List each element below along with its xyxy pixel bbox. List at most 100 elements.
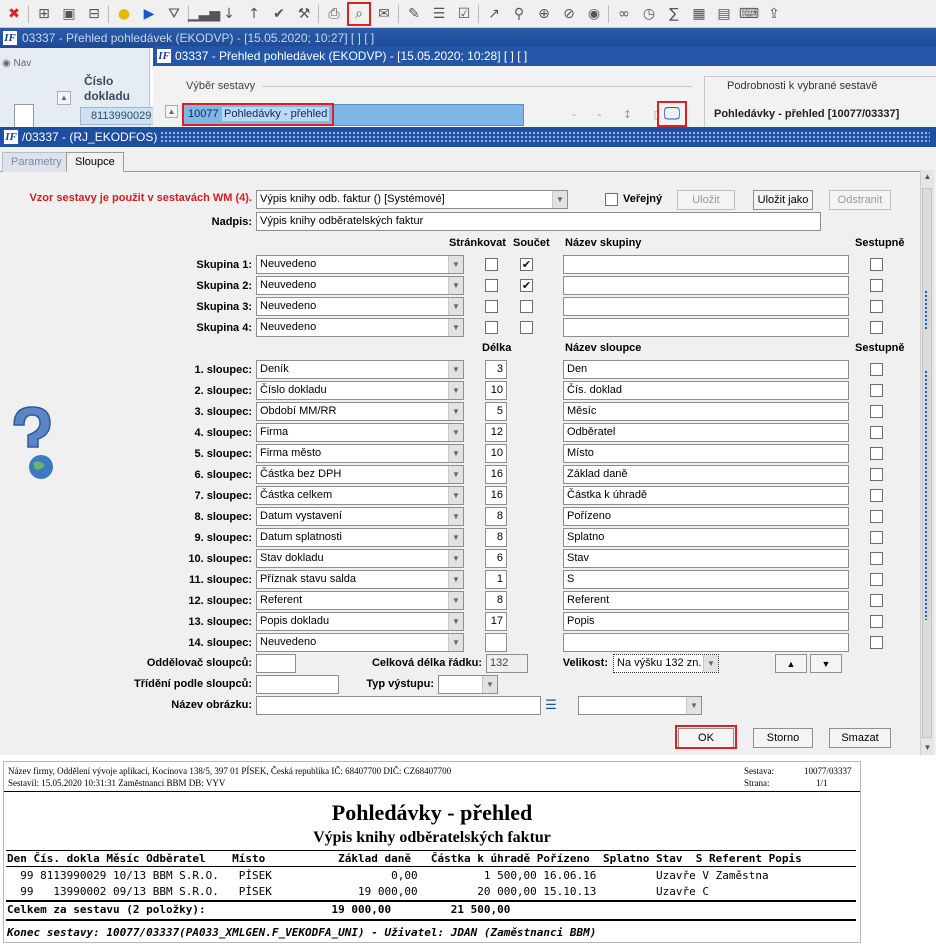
group-paging-checkbox[interactable] [485, 258, 498, 271]
column-name-input[interactable]: Čís. doklad [563, 381, 849, 400]
column-name-input[interactable]: Popis [563, 612, 849, 631]
remove-icon[interactable]: ⊟ [83, 3, 105, 25]
scroll-down-arrow-icon[interactable]: ▼ [921, 741, 934, 755]
move-down-button[interactable]: ▼ [810, 654, 842, 673]
column-descending-checkbox[interactable] [870, 405, 883, 418]
column-descending-checkbox[interactable] [870, 573, 883, 586]
group-descending-checkbox[interactable] [870, 300, 883, 313]
tab-sloupce[interactable]: Sloupce [66, 152, 124, 172]
compass-icon[interactable]: ⊘ [558, 3, 580, 25]
column-name-input[interactable]: Pořízeno [563, 507, 849, 526]
group-descending-checkbox[interactable] [870, 321, 883, 334]
column-select[interactable]: Firma město ▼ [256, 444, 464, 463]
column-name-input[interactable] [563, 633, 849, 652]
group-select[interactable]: Neuvedeno ▼ [256, 276, 464, 295]
cancel-button[interactable]: Storno [753, 728, 813, 748]
column-name-input[interactable]: Odběratel [563, 423, 849, 442]
print-preview-icon[interactable]: ⌕ [347, 1, 371, 26]
column-descending-checkbox[interactable] [870, 384, 883, 397]
image-browse-icon[interactable]: ☰ [544, 697, 558, 714]
separator-input[interactable] [256, 654, 296, 673]
column-descending-checkbox[interactable] [870, 636, 883, 649]
column-length-input[interactable]: 8 [485, 591, 507, 610]
scroll-up-button[interactable]: ▲ [57, 91, 71, 105]
image-option-select[interactable]: ▼ [578, 696, 702, 715]
eye-icon[interactable]: ◉ [583, 3, 605, 25]
heading-input[interactable]: Výpis knihy odběratelských faktur [256, 212, 821, 231]
share-icon[interactable]: ⇪ [763, 3, 785, 25]
image-name-input[interactable] [256, 696, 541, 715]
list-icon[interactable]: ☰ [428, 3, 450, 25]
group-name-input[interactable] [563, 255, 849, 274]
run-icon[interactable]: ▶ [138, 3, 160, 25]
sum-icon[interactable]: ∑ [663, 3, 685, 25]
column-header-doc-number[interactable]: Číslo dokladu [84, 74, 144, 104]
template-select[interactable]: Výpis knihy odb. faktur () [Systémové] ▼ [256, 190, 568, 209]
column-select[interactable]: Datum splatnosti ▼ [256, 528, 464, 547]
group-select[interactable]: Neuvedeno ▼ [256, 318, 464, 337]
clock-icon[interactable]: ◷ [638, 3, 660, 25]
column-select[interactable]: Částka bez DPH ▼ [256, 465, 464, 484]
column-name-input[interactable]: Základ daně [563, 465, 849, 484]
tab-parametry[interactable]: Parametry [2, 152, 71, 172]
word-icon[interactable]: ▤ [713, 3, 735, 25]
column-descending-checkbox[interactable] [870, 531, 883, 544]
back-window-titlebar[interactable]: IF 03337 - Přehled pohledávek (EKODVP) -… [0, 28, 936, 48]
column-name-input[interactable]: S [563, 570, 849, 589]
column-name-input[interactable]: Den [563, 360, 849, 379]
group-sum-checkbox[interactable]: ✔ [520, 258, 533, 271]
scroll-up-arrow-icon[interactable]: ▲ [921, 170, 934, 184]
excel-icon[interactable]: ▦ [688, 3, 710, 25]
attach-icon[interactable]: ⚲ [508, 3, 530, 25]
group-paging-checkbox[interactable] [485, 321, 498, 334]
column-length-input[interactable]: 10 [485, 381, 507, 400]
column-length-input[interactable]: 12 [485, 423, 507, 442]
column-descending-checkbox[interactable] [870, 594, 883, 607]
monitor-icon[interactable]: 🖵 [657, 101, 687, 127]
column-descending-checkbox[interactable] [870, 468, 883, 481]
chart-icon[interactable]: ▁▃▅ [188, 3, 220, 25]
column-descending-checkbox[interactable] [870, 552, 883, 565]
column-length-input[interactable]: 1 [485, 570, 507, 589]
column-descending-checkbox[interactable] [870, 489, 883, 502]
web-icon[interactable]: ⊕ [533, 3, 555, 25]
column-select[interactable]: Stav dokladu ▼ [256, 549, 464, 568]
save-icon[interactable]: ▣ [58, 3, 80, 25]
column-select[interactable]: Neuvedeno ▼ [256, 633, 464, 652]
keyboard-icon[interactable]: ⌨ [738, 3, 760, 25]
group-name-input[interactable] [563, 297, 849, 316]
glasses-icon[interactable]: ∞ [613, 3, 635, 25]
column-name-input[interactable]: Částka k úhradě [563, 486, 849, 505]
size-select[interactable]: Na výšku 132 zn. ▼ [613, 654, 719, 673]
help-icon[interactable]: ● [113, 3, 135, 25]
report-row-actions[interactable]: - - ↕ ▯ [572, 108, 669, 121]
dialog-titlebar[interactable]: IF /03337 - (RJ_EKODFOS) [0, 127, 936, 147]
checklist-icon[interactable]: ☑ [453, 3, 475, 25]
column-select[interactable]: Číslo dokladu ▼ [256, 381, 464, 400]
sort-asc-icon[interactable]: ↓ [218, 3, 240, 25]
group-select[interactable]: Neuvedeno ▼ [256, 255, 464, 274]
column-select[interactable]: Částka celkem ▼ [256, 486, 464, 505]
group-descending-checkbox[interactable] [870, 258, 883, 271]
sort-desc-icon[interactable]: ↑ [243, 3, 265, 25]
column-length-input[interactable]: 6 [485, 549, 507, 568]
add-icon[interactable]: ⊞ [33, 3, 55, 25]
column-select[interactable]: Popis dokladu ▼ [256, 612, 464, 631]
delete-template-button[interactable]: Odstranit [829, 190, 891, 210]
group-descending-checkbox[interactable] [870, 279, 883, 292]
group-sum-checkbox[interactable]: ✔ [520, 279, 533, 292]
group-name-input[interactable] [563, 276, 849, 295]
column-name-input[interactable]: Splatno [563, 528, 849, 547]
nav-toggle[interactable]: ◉ Nav [2, 58, 31, 69]
column-length-input[interactable] [485, 633, 507, 652]
group-paging-checkbox[interactable] [485, 300, 498, 313]
column-name-input[interactable]: Referent [563, 591, 849, 610]
column-select[interactable]: Deník ▼ [256, 360, 464, 379]
column-name-input[interactable]: Místo [563, 444, 849, 463]
column-select[interactable]: Firma ▼ [256, 423, 464, 442]
column-name-input[interactable]: Stav [563, 549, 849, 568]
list-view-icon[interactable] [14, 104, 34, 128]
column-descending-checkbox[interactable] [870, 510, 883, 523]
column-select[interactable]: Datum vystavení ▼ [256, 507, 464, 526]
column-length-input[interactable]: 16 [485, 486, 507, 505]
